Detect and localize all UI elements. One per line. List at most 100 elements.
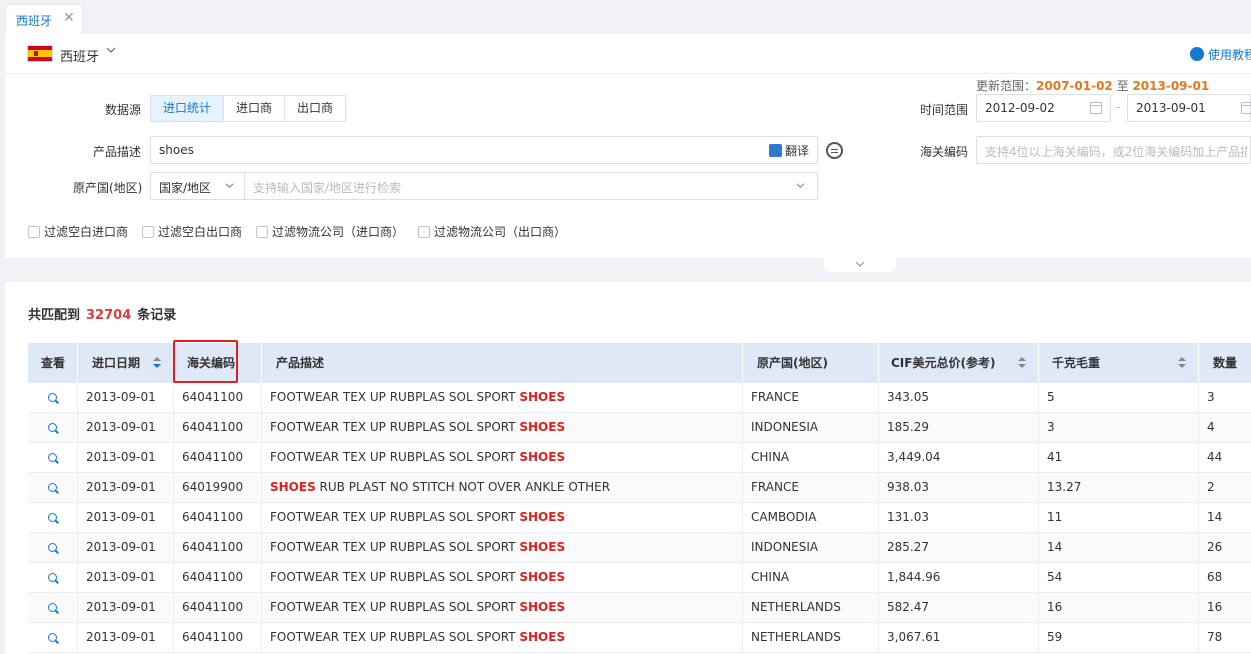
update-end: 2013-09-01: [1132, 79, 1210, 93]
tab-spain[interactable]: 西班牙 ✕: [5, 4, 83, 34]
date-cell: 2013-09-01: [78, 563, 174, 592]
origin-type-value: 国家/地区: [159, 181, 212, 195]
table-row: 2013-09-01 64041100 FOOTWEAR TEX UP RUBPLA…: [28, 623, 1251, 653]
desc-cell: FOOTWEAR TEX UP RUBPLAS SOL SPORT SHOES: [262, 383, 743, 412]
gross-kg-cell: 41: [1039, 443, 1199, 472]
close-icon[interactable]: ✕: [63, 10, 75, 26]
col-gross-kg[interactable]: 千克毛重: [1039, 343, 1199, 383]
update-prefix: 更新范围：: [976, 79, 1037, 93]
product-desc-input[interactable]: shoes 翻译: [150, 136, 818, 164]
col-cif[interactable]: CIF美元总价(参考): [879, 343, 1039, 383]
cif-cell: 582.47: [879, 593, 1039, 622]
tab-exporters[interactable]: 出口商: [285, 96, 346, 121]
hs-code-cell: 64041100: [174, 563, 262, 592]
search-icon[interactable]: [48, 573, 57, 582]
sort-icon[interactable]: [1178, 357, 1186, 369]
origin-cell: CHINA: [743, 563, 879, 592]
desc-cell: FOOTWEAR TEX UP RUBPLAS SOL SPORT SHOES: [262, 503, 743, 532]
date-cell: 2013-09-01: [78, 473, 174, 502]
country-selector[interactable]: 西班牙: [60, 46, 99, 65]
calendar-icon: [1241, 102, 1251, 114]
hs-code-cell: 64041100: [174, 533, 262, 562]
table-row: 2013-09-01 64041100 FOOTWEAR TEX UP RUBPLA…: [28, 593, 1251, 623]
origin-cell: FRANCE: [743, 473, 879, 502]
search-icon[interactable]: [48, 513, 57, 522]
quantity-cell: 78: [1207, 630, 1223, 644]
keyword-highlight: SHOES: [270, 480, 316, 494]
desc-text: FOOTWEAR TEX UP RUBPLAS SOL SPORT: [270, 420, 520, 434]
match-count: 共匹配到 32704 条记录: [28, 304, 176, 323]
search-icon[interactable]: [48, 543, 57, 552]
date-cell: 2013-09-01: [78, 623, 174, 652]
origin-type-select[interactable]: 国家/地区: [151, 173, 245, 199]
hs-code-placeholder: 支持4位以上海关编码，或2位海关编码加上产品描述: [985, 145, 1247, 159]
table-row: 2013-09-01 64041100 FOOTWEAR TEX UP RUBPLA…: [28, 503, 1251, 533]
search-icon[interactable]: [48, 393, 57, 402]
col-product-desc: 产品描述: [262, 343, 743, 383]
gross-kg-cell: 13.27: [1039, 473, 1199, 502]
match-prefix: 共匹配到: [28, 308, 81, 323]
product-desc-value: shoes: [159, 143, 194, 157]
checkbox[interactable]: [142, 226, 154, 238]
results-panel: 共匹配到 32704 条记录 查看 进口日期 海关编码 产品描述 原产国(地区) C…: [5, 282, 1251, 654]
quantity-cell: 26: [1207, 540, 1223, 554]
translate-label: 翻译: [784, 144, 809, 158]
checkbox[interactable]: [256, 226, 268, 238]
search-icon[interactable]: [48, 423, 57, 432]
desc-text: FOOTWEAR TEX UP RUBPLAS SOL SPORT: [270, 510, 520, 524]
view-cell: [28, 443, 78, 472]
divider: [5, 73, 1251, 74]
collapse-toggle[interactable]: [824, 258, 896, 272]
checkbox[interactable]: [418, 226, 430, 238]
chevron-down-icon[interactable]: [104, 43, 118, 57]
keyword-highlight: SHOES: [519, 450, 566, 464]
language-icon[interactable]: [826, 142, 843, 159]
cif-cell: 3,449.04: [879, 443, 1039, 472]
table-row: 2013-09-01 64041100 FOOTWEAR TEX UP RUBPLA…: [28, 563, 1251, 593]
cif-cell: 185.29: [879, 413, 1039, 442]
hs-code-input[interactable]: 支持4位以上海关编码，或2位海关编码加上产品描述: [976, 136, 1251, 164]
filter-logistics-importer[interactable]: 过滤物流公司（进口商）: [256, 223, 404, 239]
view-cell: [28, 473, 78, 502]
sort-icon[interactable]: [1018, 357, 1026, 369]
search-icon[interactable]: [48, 483, 57, 492]
update-range: 更新范围：2007-01-02 至 2013-09-01: [976, 77, 1209, 94]
source-label: 数据源: [105, 103, 142, 117]
hs-code-cell: 64041100: [174, 623, 262, 652]
table-row: 2013-09-01 64019900 SHOES RUB PLAST NO STI…: [28, 473, 1251, 503]
update-sep: 至: [1116, 79, 1129, 93]
origin-placeholder: 支持输入国家/地区进行检索: [253, 181, 402, 195]
sort-icon[interactable]: [153, 357, 161, 369]
filter-blank-exporter[interactable]: 过滤空白出口商: [142, 223, 242, 239]
update-start: 2007-01-02: [1036, 79, 1113, 93]
filter-label: 过滤空白进口商: [44, 225, 129, 239]
translate-button[interactable]: 翻译: [768, 142, 809, 159]
search-icon[interactable]: [48, 453, 57, 462]
desc-text: RUB PLAST NO STITCH NOT OVER ANKLE OTHER: [315, 480, 611, 494]
chevron-down-icon[interactable]: [796, 181, 805, 190]
start-date-input[interactable]: 2012-09-02: [976, 94, 1111, 122]
col-import-date[interactable]: 进口日期: [78, 343, 174, 383]
search-icon[interactable]: [48, 603, 57, 612]
filter-logistics-exporter[interactable]: 过滤物流公司（出口商）: [418, 223, 566, 239]
search-icon[interactable]: [48, 633, 57, 642]
keyword-highlight: SHOES: [519, 570, 566, 584]
checkbox[interactable]: [28, 226, 40, 238]
origin-input[interactable]: 国家/地区 支持输入国家/地区进行检索: [150, 172, 818, 200]
desc-text: FOOTWEAR TEX UP RUBPLAS SOL SPORT: [270, 540, 520, 554]
end-date-input[interactable]: 2013-09-01: [1127, 94, 1251, 122]
tab-importers[interactable]: 进口商: [224, 96, 286, 121]
match-number: 32704: [86, 308, 132, 323]
view-cell: [28, 413, 78, 442]
filter-blank-importer[interactable]: 过滤空白进口商: [28, 223, 128, 239]
tab-import-stats[interactable]: 进口统计: [151, 96, 225, 121]
date-cell: 2013-09-01: [78, 593, 174, 622]
gross-kg-cell: 59: [1039, 623, 1199, 652]
col-view: 查看: [28, 343, 78, 383]
start-date-value: 2012-09-02: [985, 101, 1055, 115]
keyword-highlight: SHOES: [519, 390, 566, 404]
origin-cell: CHINA: [743, 443, 879, 472]
tutorial-link[interactable]: 使用教程: [1190, 46, 1251, 63]
table-row: 2013-09-01 64041100 FOOTWEAR TEX UP RUBPLA…: [28, 533, 1251, 563]
cif-cell: 343.05: [879, 383, 1039, 412]
